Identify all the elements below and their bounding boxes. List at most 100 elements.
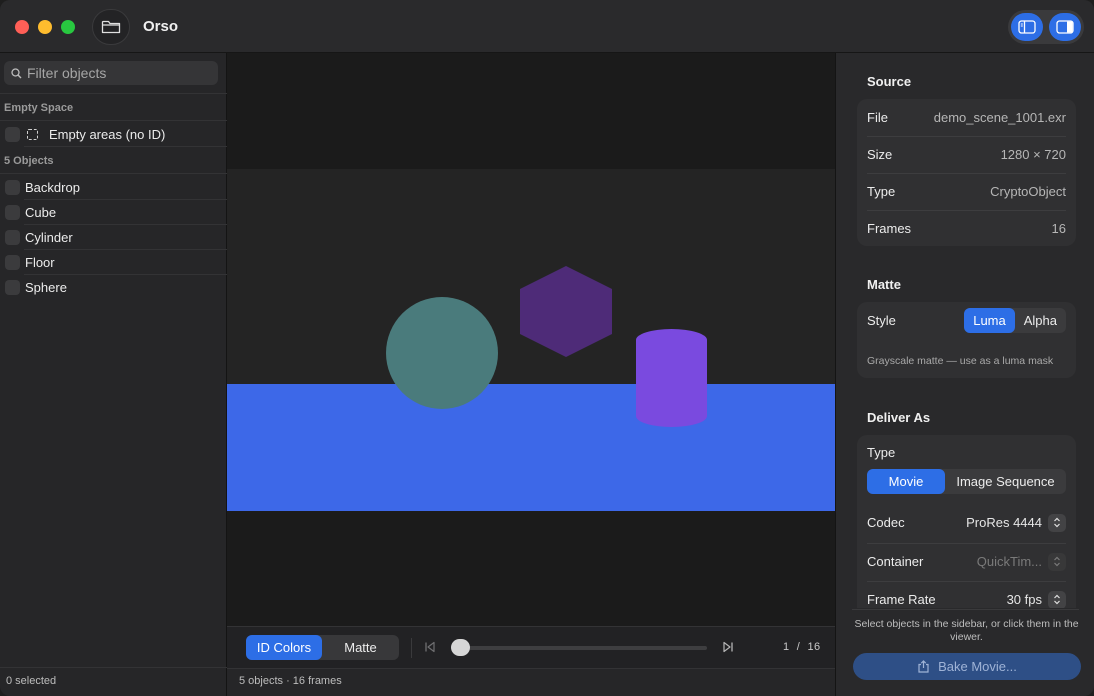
checkbox[interactable]: [5, 179, 20, 195]
sidebar-item-backdrop[interactable]: Backdrop: [0, 175, 227, 200]
toggle-left-sidebar-button[interactable]: [1011, 13, 1043, 41]
viewer-canvas[interactable]: [227, 53, 835, 626]
bake-movie-button[interactable]: Bake Movie...: [853, 653, 1081, 680]
deliver-card: Type Movie Image Sequence Codec ProRes 4…: [857, 435, 1076, 608]
sidebar-item-label: Cube: [25, 204, 57, 220]
object-cylinder-top: [636, 329, 707, 351]
row-key: Codec: [867, 515, 905, 530]
minimize-window-button[interactable]: [38, 20, 52, 34]
viewer-status: 5 objects · 16 frames: [227, 668, 835, 696]
frame-counter: 1 / 16: [783, 641, 821, 653]
row-value: demo_scene_1001.exr: [933, 110, 1066, 125]
playback-bar: ID Colors Matte 1 / 16: [227, 626, 835, 668]
frame-separator: /: [796, 641, 801, 653]
empty-selection-icon: [27, 128, 38, 140]
zoom-window-button[interactable]: [61, 20, 75, 34]
object-cylinder: [636, 340, 707, 427]
source-row-file: File demo_scene_1001.exr: [867, 99, 1066, 136]
timeline-scrubber-handle[interactable]: [451, 639, 470, 656]
view-mode-id-colors[interactable]: ID Colors: [246, 635, 322, 660]
codec-popup[interactable]: ProRes 4444: [966, 513, 1066, 532]
divider: [24, 146, 227, 147]
right-sidebar-icon: [1056, 20, 1074, 34]
filter-objects-field[interactable]: Filter objects: [4, 61, 218, 85]
row-key: Frame Rate: [867, 592, 936, 607]
current-frame: 1: [783, 641, 790, 653]
app-window: Orso Filter objects Empty Space Empty ar…: [0, 0, 1094, 696]
checkbox[interactable]: [5, 126, 20, 142]
view-mode-matte[interactable]: Matte: [322, 635, 399, 660]
view-mode-selector: ID Colors Matte: [246, 635, 399, 660]
section-objects: 5 Objects: [4, 155, 54, 167]
timeline-scrubber-track[interactable]: [451, 646, 707, 650]
chevron-updown-icon: [1048, 590, 1066, 608]
open-folder-button[interactable]: [92, 9, 130, 45]
folder-icon: [101, 20, 121, 34]
step-back-button[interactable]: [423, 639, 437, 655]
matte-hint: Grayscale matte — use as a luma mask: [867, 355, 1054, 367]
source-heading: Source: [867, 74, 912, 89]
sidebar-item-label: Cylinder: [25, 229, 73, 245]
total-frames: 16: [807, 641, 821, 653]
checkbox[interactable]: [5, 229, 20, 245]
deliver-type-selector: Movie Image Sequence: [867, 469, 1066, 494]
inspector-panel: Source File demo_scene_1001.exr Size 128…: [835, 53, 1094, 696]
row-value: 1280 × 720: [1000, 147, 1066, 162]
matte-heading: Matte: [867, 277, 901, 292]
checkbox[interactable]: [5, 254, 20, 270]
selection-count: 0 selected: [0, 667, 227, 696]
object-floor: [227, 384, 835, 511]
search-icon: [11, 67, 22, 78]
step-forward-icon: [723, 641, 733, 653]
codec-value: ProRes 4444: [966, 515, 1042, 530]
matte-card: Style Luma Alpha Grayscale matte — use a…: [857, 302, 1076, 378]
source-row-size: Size 1280 × 720: [867, 136, 1066, 173]
framerate-value: 30 fps: [1006, 592, 1042, 607]
matte-style-selector: Luma Alpha: [964, 308, 1066, 333]
checkbox[interactable]: [5, 204, 20, 220]
sidebar-item-empty-areas[interactable]: Empty areas (no ID): [0, 122, 227, 147]
source-row-frames: Frames 16: [867, 210, 1066, 247]
framerate-popup[interactable]: 30 fps: [1006, 590, 1066, 608]
divider: [0, 93, 227, 94]
sidebar-item-sphere[interactable]: Sphere: [0, 275, 227, 299]
app-title: Orso: [143, 18, 179, 35]
inspector-scroll-area[interactable]: Source File demo_scene_1001.exr Size 128…: [836, 53, 1094, 608]
row-key: Type: [867, 184, 896, 199]
matte-style-luma[interactable]: Luma: [964, 308, 1015, 333]
sidebar-item-floor[interactable]: Floor: [0, 250, 227, 275]
row-key: Size: [867, 147, 893, 162]
deliver-type-movie[interactable]: Movie: [867, 469, 945, 494]
step-forward-button[interactable]: [721, 639, 735, 655]
close-window-button[interactable]: [15, 20, 29, 34]
deliver-heading: Deliver As: [867, 410, 931, 425]
sidebar-item-cube[interactable]: Cube: [0, 200, 227, 225]
chevron-updown-icon: [1048, 552, 1066, 571]
object-sidebar: Filter objects Empty Space Empty areas (…: [0, 53, 227, 696]
section-empty-space: Empty Space: [4, 102, 74, 114]
image-viewer[interactable]: [227, 53, 835, 626]
sidebar-item-label: Backdrop: [25, 179, 80, 195]
matte-style-alpha[interactable]: Alpha: [1015, 308, 1066, 333]
deliver-type-image-sequence[interactable]: Image Sequence: [945, 469, 1066, 494]
container-row: Container QuickTim...: [867, 543, 1066, 580]
title-bar: Orso: [0, 0, 1094, 53]
sidebar-item-label: Empty areas (no ID): [49, 126, 166, 142]
selection-help-text: Select objects in the sidebar, or click …: [854, 618, 1079, 643]
divider: [0, 120, 227, 121]
row-key: Style: [867, 313, 896, 328]
container-value: QuickTim...: [976, 554, 1042, 569]
framerate-row: Frame Rate 30 fps: [867, 581, 1066, 608]
object-sphere: [386, 297, 498, 409]
bake-button-label: Bake Movie...: [938, 659, 1017, 674]
row-key: Container: [867, 554, 924, 569]
sidebar-item-cylinder[interactable]: Cylinder: [0, 225, 227, 250]
toggle-right-inspector-button[interactable]: [1049, 13, 1081, 41]
sidebar-item-label: Floor: [25, 254, 55, 270]
step-backward-icon: [425, 641, 435, 653]
container-popup[interactable]: QuickTim...: [976, 552, 1066, 571]
deliver-type-label: Type: [867, 445, 896, 460]
export-icon: [918, 660, 929, 673]
checkbox[interactable]: [5, 279, 20, 295]
row-key: File: [867, 110, 888, 125]
